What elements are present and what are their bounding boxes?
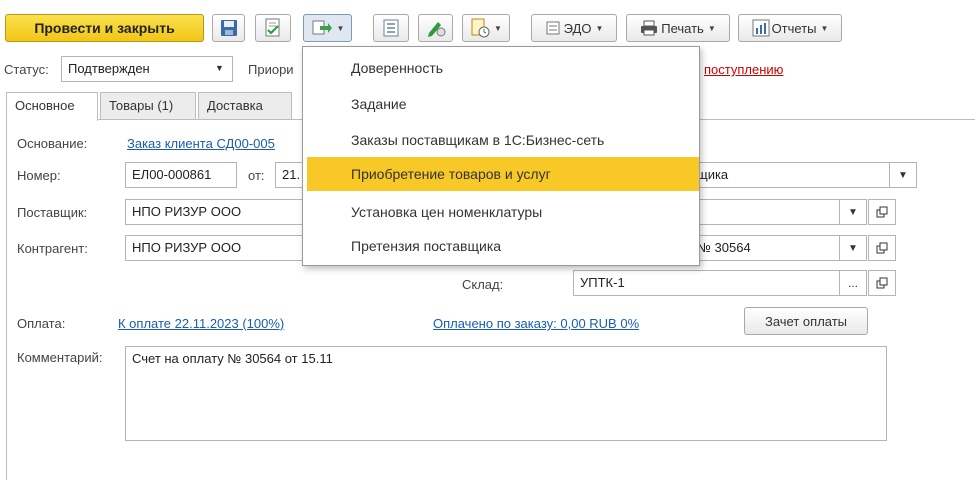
tab-delivery[interactable]: Доставка: [198, 92, 292, 119]
chevron-down-icon: ▼: [848, 242, 858, 254]
contract-value: № 30564: [697, 240, 751, 255]
organization-dropdown-button[interactable]: ▼: [889, 162, 917, 188]
supplier-dropdown-button[interactable]: ▼: [839, 199, 867, 225]
comment-value: Счет на оплату № 30564 от 15.11: [132, 351, 333, 366]
create-based-on-button[interactable]: ▼: [303, 14, 352, 42]
chevron-down-icon: ▼: [707, 23, 716, 33]
menu-item-label: Установка цен номенклатуры: [351, 204, 543, 220]
contractor-field[interactable]: НПО РИЗУР ООО: [125, 235, 315, 261]
create-based-on-menu: Доверенность Задание Заказы поставщикам …: [302, 46, 700, 266]
edo-label: ЭДО: [563, 20, 592, 36]
reports-icon: [752, 19, 770, 37]
menu-item-label: Приобретение товаров и услуг: [351, 166, 551, 182]
menu-item-task[interactable]: Задание: [307, 87, 699, 121]
basis-link[interactable]: Заказ клиента СД00-005: [127, 136, 275, 151]
organization-value: щика: [697, 167, 729, 182]
post-button[interactable]: [255, 14, 291, 42]
status-label: Статус:: [4, 62, 49, 77]
create-based-on-icon: [312, 20, 332, 35]
menu-item-label: Заказы поставщикам в 1С:Бизнес-сеть: [351, 132, 605, 148]
print-button[interactable]: Печать ▼: [626, 14, 730, 42]
comment-textarea[interactable]: Счет на оплату № 30564 от 15.11: [125, 346, 887, 441]
status-select[interactable]: Подтвержден: [61, 56, 233, 82]
list-icon: [383, 19, 399, 37]
save-button[interactable]: [212, 14, 245, 42]
tab-main-label: Основное: [15, 98, 75, 113]
menu-item-set-item-prices[interactable]: Установка цен номенклатуры: [307, 195, 699, 229]
supplier-extra-field[interactable]: [690, 199, 840, 225]
priority-label: Приори: [248, 62, 294, 77]
payment-offset-label: Зачет оплаты: [764, 313, 848, 329]
organization-field[interactable]: щика: [690, 162, 890, 188]
document-clock-icon: [471, 18, 490, 38]
tasks-button[interactable]: ▼: [462, 14, 510, 42]
payment-offset-button[interactable]: Зачет оплаты: [744, 307, 868, 335]
contractor-label: Контрагент:: [17, 241, 88, 256]
floppy-disk-icon: [220, 20, 237, 36]
post-and-close-button[interactable]: Провести и закрыть: [5, 14, 204, 42]
open-in-window-icon: [876, 277, 888, 289]
chevron-down-icon: ▼: [215, 63, 224, 73]
date-label: от:: [248, 168, 265, 183]
menu-item-label: Претензия поставщика: [351, 238, 502, 254]
date-value: 21.: [282, 167, 301, 182]
contract-open-button[interactable]: [868, 235, 896, 261]
number-field[interactable]: ЕЛ00-000861: [125, 162, 237, 188]
chevron-down-icon: ▼: [595, 23, 604, 33]
ellipsis-icon: ...: [847, 276, 858, 290]
edo-icon: [546, 21, 560, 35]
number-label: Номер:: [17, 168, 61, 183]
basis-label: Основание:: [17, 136, 88, 151]
panel-left-border: [6, 119, 7, 480]
tab-goods-label: Товары (1): [109, 98, 174, 113]
menu-item-purchase-goods-services[interactable]: Приобретение товаров и услуг: [307, 157, 699, 191]
document-check-icon: [265, 18, 280, 37]
contract-dropdown-button[interactable]: ▼: [839, 235, 867, 261]
warehouse-select-button[interactable]: ...: [839, 270, 867, 296]
tab-main[interactable]: Основное: [6, 92, 98, 121]
post-and-close-label: Провести и закрыть: [34, 20, 175, 36]
status-value: Подтвержден: [68, 61, 150, 76]
supplier-open-button[interactable]: [868, 199, 896, 225]
contractor-value: НПО РИЗУР ООО: [132, 240, 242, 255]
reports-button[interactable]: Отчеты ▼: [738, 14, 842, 42]
reports-label: Отчеты: [771, 20, 817, 36]
chevron-down-icon: ▼: [494, 23, 502, 33]
chevron-down-icon: ▼: [336, 23, 345, 33]
payment-link[interactable]: К оплате 22.11.2023 (100%): [118, 316, 284, 331]
warehouse-label: Склад:: [462, 277, 504, 292]
open-in-window-icon: [876, 242, 888, 254]
receipt-link[interactable]: поступлению: [704, 62, 783, 77]
menu-item-supplier-claim[interactable]: Претензия поставщика: [307, 229, 699, 263]
supplier-field[interactable]: НПО РИЗУР ООО: [125, 199, 315, 225]
list-button[interactable]: [373, 14, 409, 42]
chevron-down-icon: ▼: [848, 206, 858, 218]
pen-sign-icon: [427, 22, 445, 37]
menu-item-label: Доверенность: [351, 60, 444, 76]
open-in-window-icon: [876, 206, 888, 218]
supplier-label: Поставщик:: [17, 205, 88, 220]
tab-delivery-label: Доставка: [207, 98, 263, 113]
printer-icon: [641, 20, 658, 36]
payment-label: Оплата:: [17, 316, 66, 331]
chevron-down-icon: ▼: [898, 169, 908, 181]
edo-button[interactable]: ЭДО ▼: [531, 14, 617, 42]
number-value: ЕЛ00-000861: [132, 167, 212, 182]
warehouse-open-button[interactable]: [868, 270, 896, 296]
sign-button[interactable]: [418, 14, 453, 42]
chevron-down-icon: ▼: [820, 23, 829, 33]
supplier-value: НПО РИЗУР ООО: [132, 204, 242, 219]
warehouse-field[interactable]: УПТК-1: [573, 270, 840, 296]
menu-item-supplier-orders-bn[interactable]: Заказы поставщикам в 1С:Бизнес-сеть: [307, 123, 699, 157]
paid-by-order-link[interactable]: Оплачено по заказу: 0,00 RUB 0%: [433, 316, 639, 331]
menu-item-power-of-attorney[interactable]: Доверенность: [307, 51, 699, 85]
comment-label: Комментарий:: [17, 350, 103, 365]
contract-field[interactable]: № 30564: [690, 235, 840, 261]
tab-goods[interactable]: Товары (1): [100, 92, 196, 119]
print-label: Печать: [661, 20, 704, 36]
warehouse-value: УПТК-1: [580, 275, 625, 290]
menu-item-label: Задание: [351, 96, 407, 112]
